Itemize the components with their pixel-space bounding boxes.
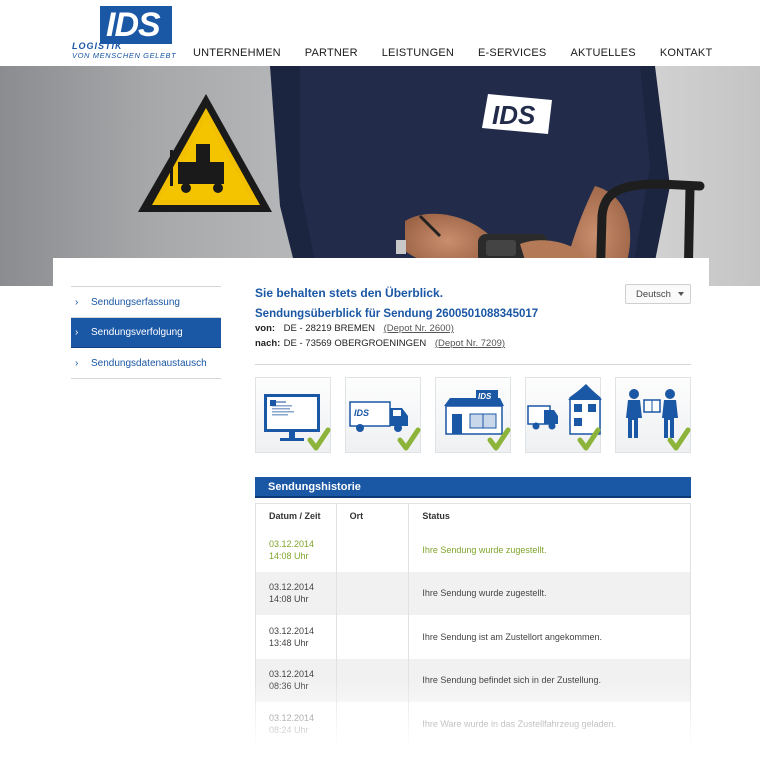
column-header-place: Ort xyxy=(337,504,410,528)
chevron-right-icon: › xyxy=(75,357,79,369)
hero-image: IDS xyxy=(0,66,760,286)
row-time: 14:08 Uhr xyxy=(269,594,309,605)
history-header: Sendungshistorie xyxy=(255,477,691,498)
date-cell: 03.12.2014 14:08 Uhr xyxy=(256,528,337,572)
sidebar-item-sendungserfassung[interactable]: › Sendungserfassung xyxy=(71,287,221,317)
row-time: 13:48 Uhr xyxy=(269,637,309,648)
shirt-logo: IDS xyxy=(482,94,552,134)
route-to-label: nach: xyxy=(255,338,281,349)
route-from: von: DE - 28219 BREMEN (Depot Nr. 2600) xyxy=(255,323,454,334)
chevron-down-icon xyxy=(678,292,684,296)
svg-text:IDS: IDS xyxy=(354,408,369,418)
check-icon xyxy=(397,427,421,451)
tracking-steps: IDS IDS xyxy=(255,377,695,457)
chevron-right-icon: › xyxy=(75,327,79,338)
row-date: 03.12.2014 xyxy=(269,582,315,593)
nav-e-services[interactable]: E-SERVICES xyxy=(478,47,546,61)
ids-logo[interactable]: IDS LOGISTIK VON MENSCHEN GELEBT xyxy=(72,6,176,62)
route-from-location: DE - 28219 BREMEN xyxy=(283,323,375,334)
status-cell: Ihre Sendung wurde zugestellt. xyxy=(422,588,547,599)
place-cell xyxy=(337,702,410,746)
logo-tagline-1: LOGISTIK xyxy=(72,41,123,51)
table-row: 03.12.2014 08:36 Uhr Ihre Sendung befinde… xyxy=(255,658,691,702)
history-title: Sendungshistorie xyxy=(268,481,361,493)
language-select[interactable]: Deutsch xyxy=(625,284,691,304)
row-time: 08:36 Uhr xyxy=(269,681,309,692)
route-to-depot-link[interactable]: (Depot Nr. 7209) xyxy=(435,338,505,349)
step-truck-pickup-icon: IDS xyxy=(345,377,421,453)
row-date: 03.12.2014 xyxy=(269,538,315,549)
shipment-overview-title: Sendungsüberblick für Sendung 2600501088… xyxy=(255,308,539,320)
nav-partner[interactable]: PARTNER xyxy=(305,47,358,61)
main-nav: UNTERNEHMEN PARTNER LEISTUNGEN E-SERVICE… xyxy=(193,47,712,61)
step-handover-icon xyxy=(615,377,691,453)
date-cell: 03.12.2014 14:08 Uhr xyxy=(256,571,337,615)
place-cell xyxy=(337,571,410,615)
route-from-depot-link[interactable]: (Depot Nr. 2600) xyxy=(384,323,454,334)
place-cell xyxy=(337,615,410,659)
status-cell: Ihre Sendung ist am Zustellort angekomme… xyxy=(422,631,602,642)
sidebar-item-sendungsdatenaustausch[interactable]: › Sendungsdatenaustausch xyxy=(71,348,221,378)
nav-unternehmen[interactable]: UNTERNEHMEN xyxy=(193,47,281,61)
status-cell: Ihre Sendung wurde zugestellt. xyxy=(422,544,547,555)
row-time: 08:24 Uhr xyxy=(269,724,309,735)
svg-text:IDS: IDS xyxy=(492,100,536,130)
site-header: IDS LOGISTIK VON MENSCHEN GELEBT UNTERNE… xyxy=(0,0,760,66)
place-cell xyxy=(337,528,410,572)
sidebar-item-label: Sendungsdatenaustausch xyxy=(91,357,207,369)
page-title: Sie behalten stets den Überblick. xyxy=(255,286,444,300)
route-to: nach: DE - 73569 OBERGROENINGEN (Depot N… xyxy=(255,338,505,349)
place-cell xyxy=(337,658,410,702)
table-row: 03.12.2014 14:08 Uhr Ihre Sendung wurde z… xyxy=(255,528,691,572)
logo-tagline-2: VON MENSCHEN GELEBT xyxy=(72,51,177,60)
sidebar-divider xyxy=(71,378,221,379)
sidebar-item-sendungsverfolgung[interactable]: › Sendungsverfolgung xyxy=(71,318,221,348)
check-icon xyxy=(307,427,331,451)
table-row: 03.12.2014 13:48 Uhr Ihre Sendung ist am … xyxy=(255,615,691,659)
date-cell: 03.12.2014 08:36 Uhr xyxy=(256,658,337,702)
nav-aktuelles[interactable]: AKTUELLES xyxy=(570,47,635,61)
table-header: Datum / Zeit Ort Status xyxy=(255,503,691,528)
sidebar-item-label: Sendungserfassung xyxy=(91,296,180,308)
chevron-right-icon: › xyxy=(75,296,79,308)
date-cell: 03.12.2014 13:48 Uhr xyxy=(256,615,337,659)
nav-kontakt[interactable]: KONTAKT xyxy=(660,47,713,61)
row-date: 03.12.2014 xyxy=(269,712,315,723)
logo-mark: IDS xyxy=(100,6,172,44)
route-to-location: DE - 73569 OBERGROENINGEN xyxy=(283,338,427,349)
nav-leistungen[interactable]: LEISTUNGEN xyxy=(382,47,454,61)
route-from-label: von: xyxy=(255,323,276,334)
sidebar-nav: › Sendungserfassung › Sendungsverfolgung… xyxy=(71,286,221,379)
row-time: 14:08 Uhr xyxy=(269,550,309,561)
step-depot-hub-icon: IDS xyxy=(435,377,511,453)
status-cell: Ihre Sendung befindet sich in der Zustel… xyxy=(422,675,601,686)
row-date: 03.12.2014 xyxy=(269,669,315,680)
table-row: 03.12.2014 08:24 Uhr Ihre Ware wurde in d… xyxy=(255,702,691,746)
row-date: 03.12.2014 xyxy=(269,625,315,636)
hero-illustration: IDS xyxy=(0,66,760,286)
divider xyxy=(255,364,691,365)
column-header-status: Status xyxy=(422,511,450,521)
date-cell: 03.12.2014 08:24 Uhr xyxy=(256,702,337,746)
step-order-entry-icon xyxy=(255,377,331,453)
language-value: Deutsch xyxy=(636,288,671,300)
sidebar-item-label: Sendungsverfolgung xyxy=(91,327,183,338)
status-cell: Ihre Ware wurde in das Zustellfahrzeug g… xyxy=(422,718,617,729)
column-header-date: Datum / Zeit xyxy=(256,504,337,528)
step-delivery-truck-icon xyxy=(525,377,602,453)
svg-text:IDS: IDS xyxy=(478,392,492,401)
history-table: Datum / Zeit Ort Status 03.12.2014 14:08 … xyxy=(255,503,691,746)
table-row: 03.12.2014 14:08 Uhr Ihre Sendung wurde z… xyxy=(255,571,691,615)
